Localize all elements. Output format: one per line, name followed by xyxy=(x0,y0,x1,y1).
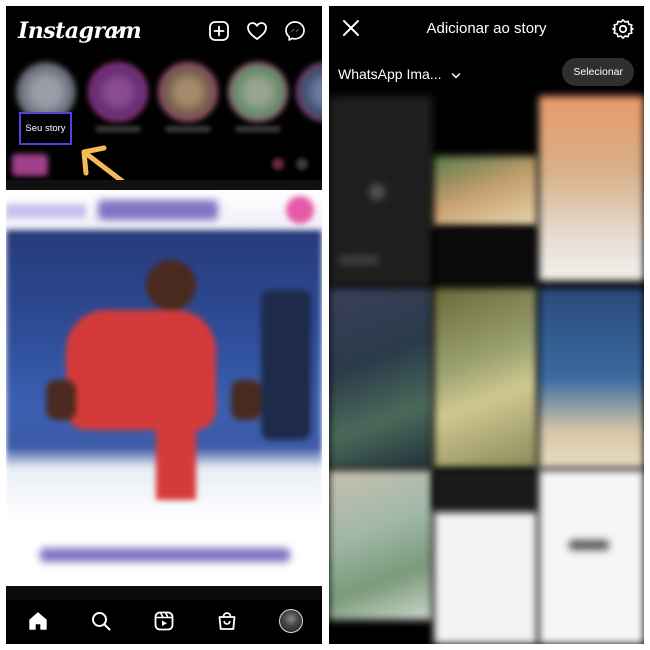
chevron-down-icon[interactable] xyxy=(110,24,124,38)
post-header-bar xyxy=(6,180,322,190)
chevron-down-icon[interactable] xyxy=(451,71,461,81)
media-thumbnail[interactable] xyxy=(434,470,537,510)
story-avatar[interactable] xyxy=(296,62,322,122)
post-image[interactable] xyxy=(6,230,322,520)
story-avatar[interactable] xyxy=(158,62,218,122)
media-thumbnail[interactable] xyxy=(539,470,644,644)
home-icon[interactable] xyxy=(27,610,49,632)
post-banner xyxy=(6,190,322,230)
media-thumbnail[interactable] xyxy=(329,96,432,286)
screen-title: Adicionar ao story xyxy=(426,20,547,37)
settings-icon[interactable] xyxy=(612,18,634,40)
story-username xyxy=(235,126,281,132)
bottom-navigation xyxy=(6,600,322,644)
media-thumbnail[interactable] xyxy=(539,96,644,281)
select-button[interactable]: Selecionar xyxy=(562,58,634,86)
your-story-label: Seu story xyxy=(25,123,66,134)
add-to-story-screen: Adicionar ao story WhatsApp Ima... Selec… xyxy=(329,6,644,644)
profile-avatar[interactable] xyxy=(279,609,303,633)
media-thumbnail[interactable] xyxy=(329,470,432,620)
shop-icon[interactable] xyxy=(216,610,238,632)
post-actions-bar xyxy=(6,586,322,600)
media-thumbnail[interactable] xyxy=(329,288,432,468)
feed-header: Instagram xyxy=(6,6,322,58)
media-thumbnail[interactable] xyxy=(434,228,537,286)
your-story-highlight-box[interactable]: Seu story xyxy=(19,112,72,145)
album-selector-row: WhatsApp Ima... Selecionar xyxy=(329,58,644,92)
story-avatar[interactable] xyxy=(88,62,148,122)
search-icon[interactable] xyxy=(90,610,112,632)
media-grid xyxy=(329,96,644,644)
suggestion-row xyxy=(6,148,322,180)
heart-icon[interactable] xyxy=(246,20,268,42)
album-name[interactable]: WhatsApp Ima... xyxy=(338,66,441,82)
plus-square-icon[interactable] xyxy=(208,20,230,42)
media-thumbnail[interactable] xyxy=(539,288,644,468)
media-thumbnail[interactable] xyxy=(434,156,537,226)
story-avatar[interactable] xyxy=(228,62,288,122)
media-thumbnail[interactable] xyxy=(434,288,537,468)
reels-icon[interactable] xyxy=(153,610,175,632)
instagram-feed-screen: Instagram Seu story xyxy=(6,6,322,644)
feed-post[interactable] xyxy=(6,190,322,586)
post-caption-banner xyxy=(6,520,322,586)
messenger-icon[interactable] xyxy=(284,20,306,42)
add-story-header: Adicionar ao story xyxy=(329,6,644,52)
media-thumbnail[interactable] xyxy=(434,512,537,644)
